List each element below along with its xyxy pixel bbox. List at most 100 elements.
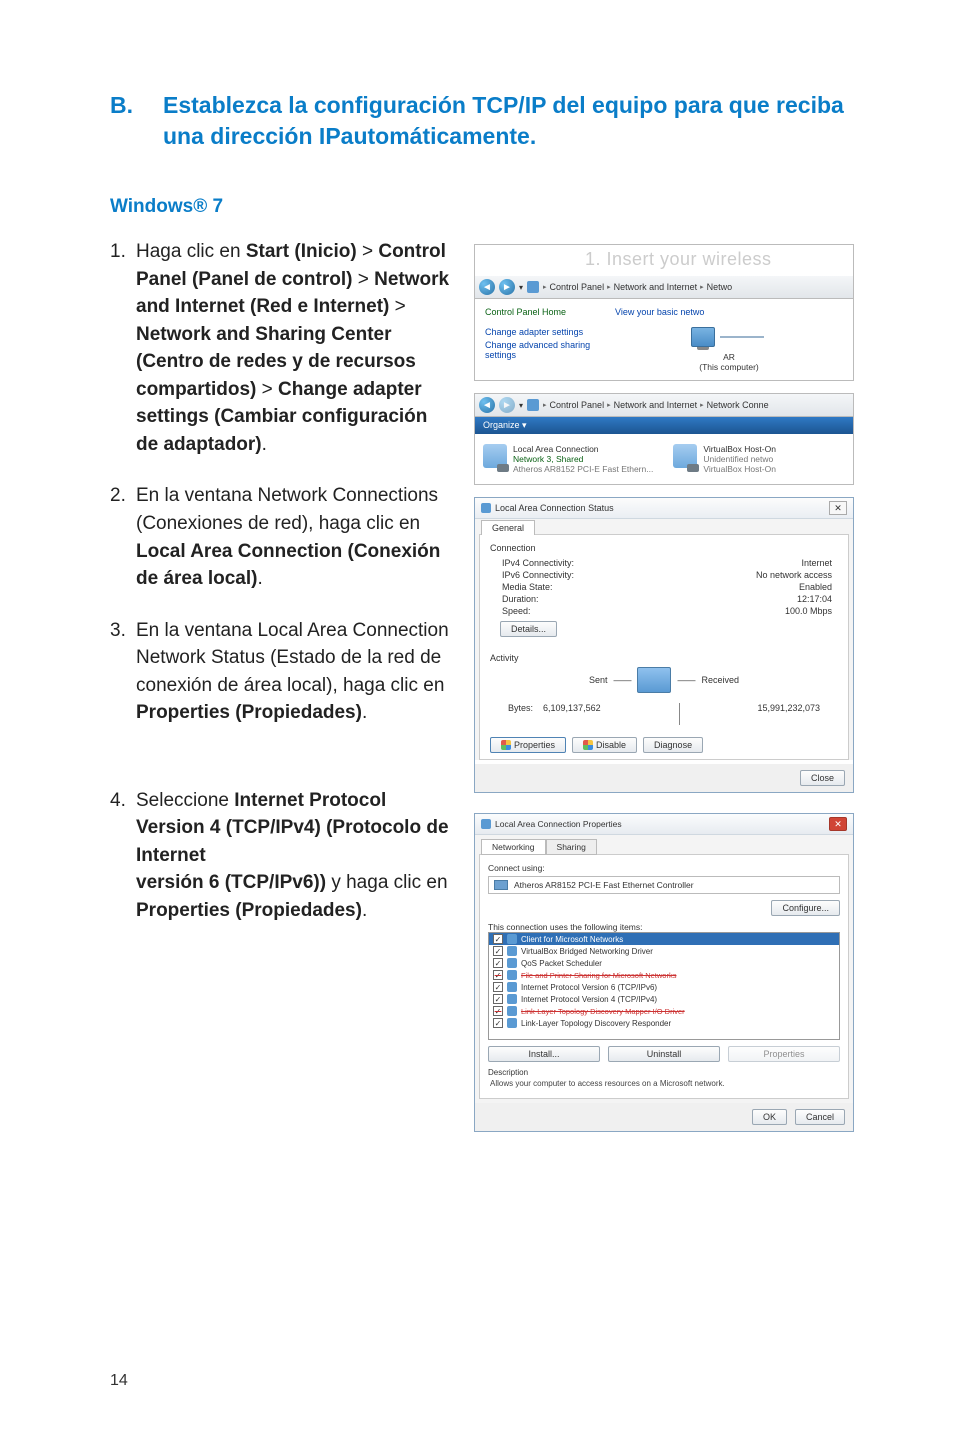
bytes-label: Bytes: bbox=[508, 703, 533, 713]
close-icon[interactable]: ✕ bbox=[829, 817, 847, 831]
close-button[interactable]: Close bbox=[800, 770, 845, 786]
uninstall-button[interactable]: Uninstall bbox=[608, 1046, 720, 1062]
tab-general[interactable]: General bbox=[481, 520, 535, 535]
list-item[interactable]: ✓VirtualBox Bridged Networking Driver bbox=[489, 945, 839, 957]
item-properties-button[interactable]: Properties bbox=[728, 1046, 840, 1062]
checkbox[interactable]: ✓ bbox=[493, 958, 503, 968]
explorer-navbar: ◄ ► ▾ ▸ Control Panel ▸ Network and Inte… bbox=[475, 276, 853, 299]
cancel-button[interactable]: Cancel bbox=[795, 1109, 845, 1125]
kv-key: IPv6 Connectivity: bbox=[502, 570, 574, 580]
forward-button[interactable]: ► bbox=[499, 279, 515, 295]
diagnose-button[interactable]: Diagnose bbox=[643, 737, 703, 753]
tabs: NetworkingSharing bbox=[481, 839, 853, 855]
checkbox[interactable]: ✓ bbox=[493, 970, 503, 980]
breadcrumb[interactable]: ▸ Control Panel ▸ Network and Internet ▸… bbox=[543, 400, 769, 410]
dialog-title: Local Area Connection Properties bbox=[495, 819, 622, 829]
checkbox[interactable]: ✓ bbox=[493, 1006, 503, 1016]
back-button[interactable]: ◄ bbox=[479, 279, 495, 295]
crumb[interactable]: Network Conne bbox=[707, 400, 769, 410]
component-icon bbox=[507, 946, 517, 956]
list-item[interactable]: ✓Internet Protocol Version 4 (TCP/IPv4) bbox=[489, 993, 839, 1005]
details-button[interactable]: Details... bbox=[500, 621, 557, 637]
list-item[interactable]: ✓Client for Microsoft Networks bbox=[489, 933, 839, 945]
list-item[interactable]: ✓Link-Layer Topology Discovery Mapper I/… bbox=[489, 1005, 839, 1017]
adapter-name: Atheros AR8152 PCI-E Fast Ethernet Contr… bbox=[514, 880, 694, 890]
step-2: En la ventana Network Connections (Conex… bbox=[110, 482, 450, 592]
list-item[interactable]: ✓Link-Layer Topology Discovery Responder bbox=[489, 1017, 839, 1029]
change-sharing-link[interactable]: Change advanced sharing settings bbox=[485, 340, 595, 360]
step-4: Seleccione Internet Protocol Version 4 (… bbox=[110, 787, 450, 925]
kv-val: 12:17:04 bbox=[797, 594, 832, 604]
connect-using-label: Connect using: bbox=[488, 863, 840, 873]
checkbox[interactable]: ✓ bbox=[493, 994, 503, 1004]
text: > bbox=[389, 296, 405, 317]
view-basic-link[interactable]: View your basic netwo bbox=[615, 307, 843, 317]
section-heading: B. Establezca la configuración TCP/IP de… bbox=[110, 90, 854, 152]
computer-label: AR bbox=[615, 352, 843, 362]
text: . bbox=[262, 434, 267, 455]
ok-button[interactable]: OK bbox=[752, 1109, 787, 1125]
component-icon bbox=[507, 1006, 517, 1016]
page-number: 14 bbox=[110, 1372, 128, 1390]
explorer-navbar: ◄ ► ▾ ▸ Control Panel ▸ Network and Inte… bbox=[475, 394, 853, 417]
list-item[interactable]: ✓QoS Packet Scheduler bbox=[489, 957, 839, 969]
component-icon bbox=[507, 970, 517, 980]
change-adapter-link[interactable]: Change adapter settings bbox=[485, 327, 595, 337]
component-icon bbox=[507, 1018, 517, 1028]
side-nav: Control Panel Home Change adapter settin… bbox=[475, 299, 605, 380]
kv-val: No network access bbox=[756, 570, 832, 580]
disable-button[interactable]: Disable bbox=[572, 737, 637, 753]
connection-list: Local Area Connection Network 3, Shared … bbox=[475, 434, 853, 484]
checkbox[interactable]: ✓ bbox=[493, 946, 503, 956]
computer-icon bbox=[691, 327, 715, 347]
text: En la ventana Local Area Connection Netw… bbox=[136, 620, 449, 696]
dropdown-icon[interactable]: ▾ bbox=[519, 401, 523, 410]
dialog-titlebar: Local Area Connection Status ✕ bbox=[475, 498, 853, 519]
crumb[interactable]: Network and Internet bbox=[614, 282, 698, 292]
breadcrumb[interactable]: ▸ Control Panel ▸ Network and Internet ▸… bbox=[543, 282, 732, 292]
shield-icon bbox=[481, 819, 491, 829]
control-panel-home[interactable]: Control Panel Home bbox=[485, 307, 595, 317]
shield-icon bbox=[481, 503, 491, 513]
tab-networking[interactable]: Networking bbox=[481, 839, 546, 855]
crumb[interactable]: Control Panel bbox=[550, 282, 605, 292]
crumb[interactable]: Network and Internet bbox=[614, 400, 698, 410]
checkbox[interactable]: ✓ bbox=[493, 1018, 503, 1028]
organize-bar[interactable]: Organize ▾ bbox=[475, 417, 853, 434]
connection-item-lac[interactable]: Local Area Connection Network 3, Shared … bbox=[483, 444, 653, 474]
crumb[interactable]: Control Panel bbox=[550, 400, 605, 410]
crumb[interactable]: Netwo bbox=[707, 282, 733, 292]
tab-sharing[interactable]: Sharing bbox=[546, 839, 597, 855]
checkbox[interactable]: ✓ bbox=[493, 982, 503, 992]
text: Haga clic en bbox=[136, 241, 246, 262]
kv-key: IPv4 Connectivity: bbox=[502, 558, 574, 568]
close-icon[interactable]: ✕ bbox=[829, 501, 847, 515]
step-1: Haga clic en Start (Inicio) > Control Pa… bbox=[110, 238, 450, 458]
adapter-box: Atheros AR8152 PCI-E Fast Ethernet Contr… bbox=[488, 876, 840, 894]
forward-button[interactable]: ► bbox=[499, 397, 515, 413]
step-3: En la ventana Local Area Connection Netw… bbox=[110, 617, 450, 727]
bold: Properties (Propiedades) bbox=[136, 702, 362, 723]
adapter-icon bbox=[494, 880, 508, 890]
instruction-column: Haga clic en Start (Inicio) > Control Pa… bbox=[110, 238, 450, 1132]
conn-status: Network 3, Shared bbox=[513, 454, 653, 464]
item-list[interactable]: ✓Client for Microsoft Networks ✓VirtualB… bbox=[488, 932, 840, 1040]
control-panel-icon bbox=[527, 281, 539, 293]
kv-key: Speed: bbox=[502, 606, 531, 616]
properties-button[interactable]: Properties bbox=[490, 737, 566, 753]
network-icon bbox=[527, 399, 539, 411]
checkbox[interactable]: ✓ bbox=[493, 934, 503, 944]
conn-name: Local Area Connection bbox=[513, 444, 653, 454]
list-item[interactable]: ✓Internet Protocol Version 6 (TCP/IPv6) bbox=[489, 981, 839, 993]
main-area: View your basic netwo AR (This computer) bbox=[605, 299, 853, 380]
connection-item-vbox[interactable]: VirtualBox Host-On Unidentified netwo Vi… bbox=[673, 444, 776, 474]
bold: Local Area Connection (Conexión de área … bbox=[136, 541, 440, 590]
list-item[interactable]: ✓File and Printer Sharing for Microsoft … bbox=[489, 969, 839, 981]
back-button[interactable]: ◄ bbox=[479, 397, 495, 413]
install-button[interactable]: Install... bbox=[488, 1046, 600, 1062]
component-icon bbox=[507, 934, 517, 944]
text: . bbox=[362, 900, 367, 921]
configure-button[interactable]: Configure... bbox=[771, 900, 840, 916]
dropdown-icon[interactable]: ▾ bbox=[519, 283, 523, 292]
dialog-title: Local Area Connection Status bbox=[495, 503, 614, 513]
